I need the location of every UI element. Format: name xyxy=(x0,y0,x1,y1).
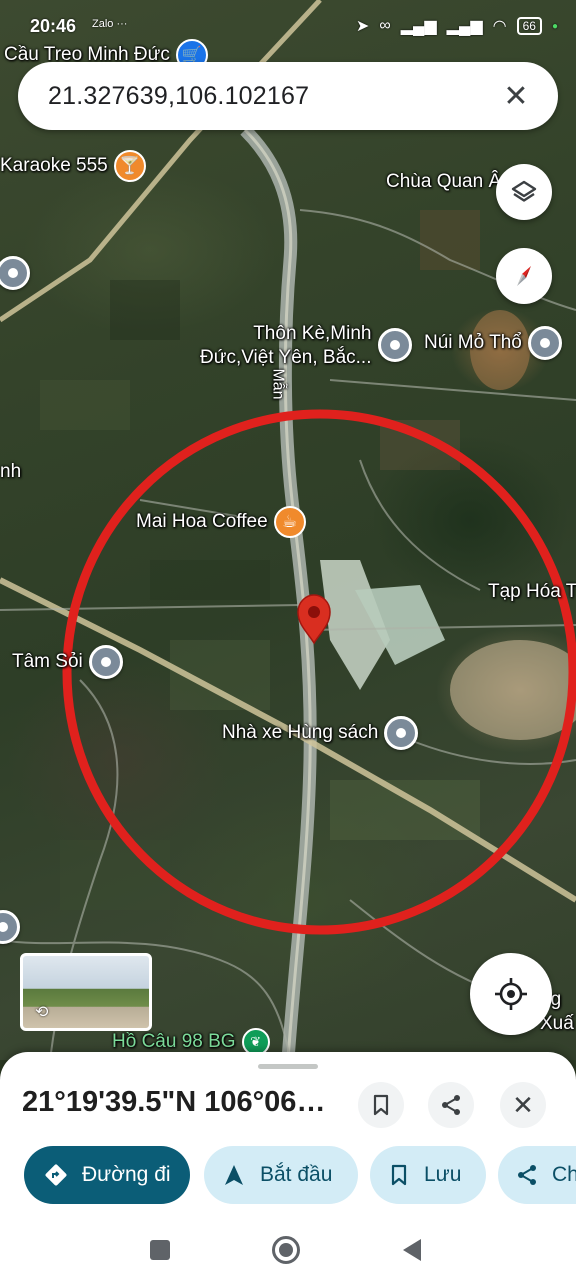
place-pin-icon xyxy=(0,910,20,944)
place-pin-icon xyxy=(384,716,419,750)
system-nav-bar xyxy=(0,1222,576,1280)
directions-label: Đường đi xyxy=(82,1163,171,1186)
navigation-arrow-icon xyxy=(225,1165,243,1185)
place-label: Thôn Kè,Minh Đức,Việt Yên, Bắc... xyxy=(200,322,372,370)
place-museum[interactable] xyxy=(0,256,30,290)
search-query[interactable]: 21.327639,106.102167 xyxy=(48,82,496,111)
place-label: Hồ Câu 98 BG xyxy=(112,1031,236,1052)
recent-apps-button[interactable] xyxy=(144,1234,176,1266)
rotate-360-icon: ⟲ xyxy=(35,1004,49,1021)
place-label: Núi Mỏ Thổ xyxy=(424,332,522,353)
place-edge-pin[interactable] xyxy=(0,910,20,944)
signal-icon: ▂▄▆ xyxy=(400,18,437,35)
drag-handle[interactable] xyxy=(258,1064,318,1069)
charging-dot-icon: ● xyxy=(551,20,558,32)
back-button[interactable] xyxy=(396,1234,428,1266)
bookmark-icon xyxy=(391,1164,407,1186)
status-right: ➤ ∞ ▂▄▆ ▂▄▆ ◠ 66 ● xyxy=(356,16,558,36)
maps-screen: Cầu Treo Minh Đức 🛒 Karaoke 555 🍸 Chùa Q… xyxy=(0,0,576,1280)
start-label: Bắt đầu xyxy=(260,1163,333,1186)
place-mai-hoa-coffee[interactable]: Mai Hoa Coffee ☕ xyxy=(136,506,306,538)
place-label: Chùa Quan Â xyxy=(386,171,502,192)
share-icon xyxy=(518,1165,536,1185)
status-time: 20:46 xyxy=(30,16,77,36)
layers-button[interactable] xyxy=(496,164,552,220)
home-button[interactable] xyxy=(270,1234,302,1266)
place-bottom-sheet[interactable]: 21°19'39.5"N 106°06'07.8"E ✕ Đường đi xyxy=(0,1052,576,1222)
save-label: Lưu xyxy=(424,1163,462,1186)
close-icon[interactable]: ✕ xyxy=(496,76,536,116)
place-label: Nhà xe Hùng sách xyxy=(222,722,379,743)
place-karaoke[interactable]: Karaoke 555 🍸 xyxy=(0,150,146,182)
compass-icon xyxy=(517,266,531,286)
close-sheet-button[interactable]: ✕ xyxy=(500,1082,546,1128)
place-label: Tạp Hóa T xyxy=(488,581,576,602)
directions-button[interactable]: Đường đi xyxy=(24,1146,190,1204)
cocktail-icon: 🍸 xyxy=(113,150,146,182)
back-icon xyxy=(403,1239,421,1261)
save-button[interactable]: Lưu xyxy=(370,1146,486,1204)
place-tam-soi[interactable]: Tâm Sỏi xyxy=(12,645,123,679)
place-nha-xe[interactable]: Nhà xe Hùng sách xyxy=(222,716,419,750)
place-nui-mo-tho[interactable]: Núi Mỏ Thổ xyxy=(424,326,562,360)
my-location-button[interactable] xyxy=(470,953,552,1035)
share-chip-button[interactable]: Ch xyxy=(498,1146,576,1204)
satellite-map[interactable]: Cầu Treo Minh Đức 🛒 Karaoke 555 🍸 Chùa Q… xyxy=(0,0,576,1060)
link-icon: ∞ xyxy=(379,17,391,34)
location-icon: ➤ xyxy=(355,18,370,35)
recent-apps-icon xyxy=(150,1240,170,1260)
place-label-line2: Đức,Việt Yên, Bắc... xyxy=(200,347,372,368)
home-icon xyxy=(272,1236,300,1264)
place-label: Tâm Sỏi xyxy=(12,651,83,672)
place-label: nh xyxy=(0,461,22,482)
place-pin-icon xyxy=(88,645,123,679)
bookmark-icon xyxy=(373,1094,389,1116)
compass-button[interactable] xyxy=(496,248,552,304)
place-tap-hoa[interactable]: Tạp Hóa T xyxy=(488,580,576,604)
share-button[interactable] xyxy=(428,1082,474,1128)
directions-icon xyxy=(45,1164,67,1186)
battery-icon: 66 xyxy=(516,17,542,35)
status-bar: 20:46 Zalo ··· ➤ ∞ ▂▄▆ ▂▄▆ ◠ 66 ● xyxy=(0,0,576,40)
share-label: Ch xyxy=(552,1163,576,1186)
place-pin-icon xyxy=(377,328,412,362)
place-label: Mai Hoa Coffee xyxy=(136,511,268,532)
street-view-thumbnail[interactable]: ⟲ xyxy=(20,953,152,1031)
search-bar[interactable]: 21.327639,106.102167 ✕ xyxy=(18,62,558,130)
coffee-icon: ☕ xyxy=(273,506,306,538)
crosshair-icon xyxy=(495,978,527,1010)
museum-icon xyxy=(0,256,30,290)
place-label-line1: Thôn Kè,Minh xyxy=(253,323,372,344)
bookmark-button[interactable] xyxy=(358,1082,404,1128)
place-label: Karaoke 555 xyxy=(0,155,108,176)
signal-icon-2: ▂▄▆ xyxy=(446,18,483,35)
place-edge[interactable]: nh xyxy=(0,460,21,484)
place-chua-quan-am[interactable]: Chùa Quan Â xyxy=(386,170,501,194)
road-label-text: Mẫn xyxy=(269,368,287,400)
coordinates-title: 21°19'39.5"N 106°06'07.8"E xyxy=(22,1086,332,1118)
layers-icon xyxy=(511,180,537,202)
place-pin-icon xyxy=(527,326,562,360)
share-icon xyxy=(442,1095,460,1115)
wifi-icon: ◠ xyxy=(492,18,507,35)
road-label: Mẫn xyxy=(266,368,290,399)
place-thon-ke[interactable]: Thôn Kè,Minh Đức,Việt Yên, Bắc... xyxy=(200,322,412,370)
close-icon: ✕ xyxy=(512,1089,534,1120)
notification-icons: Zalo ··· xyxy=(92,18,128,30)
start-button[interactable]: Bắt đầu xyxy=(204,1146,358,1204)
